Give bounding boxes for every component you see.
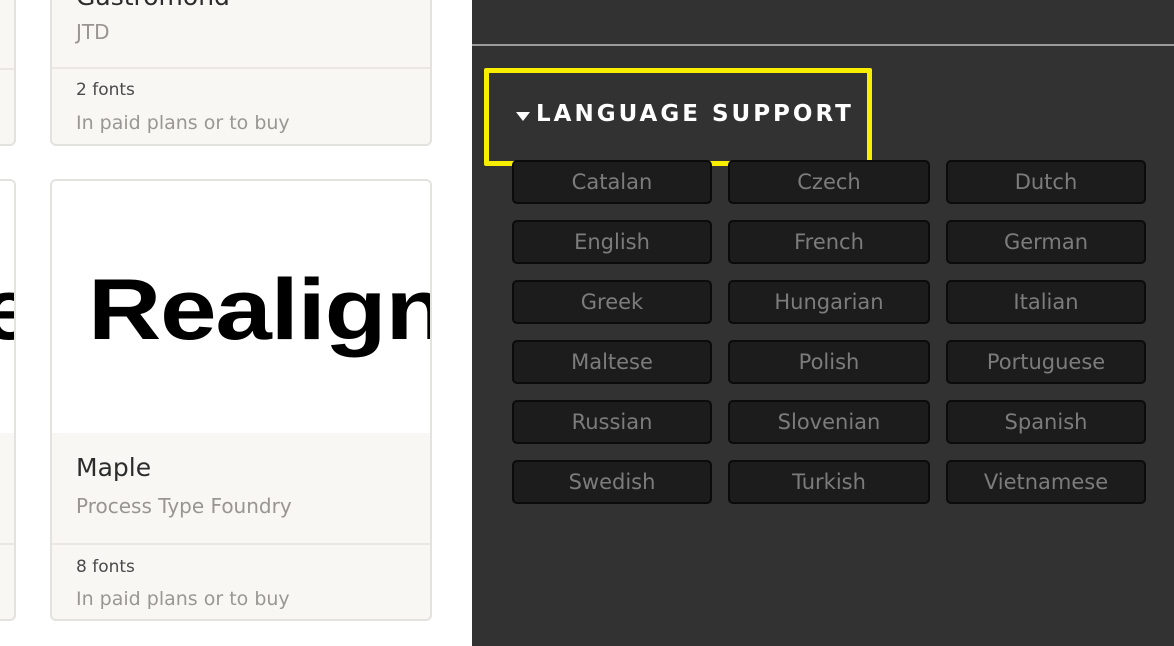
language-filter-italian[interactable]: Italian	[946, 280, 1146, 324]
language-filter-czech[interactable]: Czech	[728, 160, 930, 204]
language-support-section-toggle[interactable]: LANGUAGE SUPPORT	[484, 68, 872, 166]
language-filter-swedish[interactable]: Swedish	[512, 460, 712, 504]
language-filter-greek[interactable]: Greek	[512, 280, 712, 324]
availability-text: In paid plans or to buy	[76, 112, 290, 134]
font-card-partial-top[interactable]	[0, 0, 16, 146]
language-filter-slovenian[interactable]: Slovenian	[728, 400, 930, 444]
font-sample-preview: e	[0, 181, 14, 433]
caret-down-icon	[516, 112, 530, 121]
foundry-name[interactable]: JTD	[76, 20, 110, 44]
font-count: 2 fonts	[76, 80, 135, 100]
language-filter-russian[interactable]: Russian	[512, 400, 712, 444]
language-filter-french[interactable]: French	[728, 220, 930, 264]
language-filter-spanish[interactable]: Spanish	[946, 400, 1146, 444]
section-title: LANGUAGE SUPPORT	[536, 101, 854, 127]
section-divider	[472, 44, 1174, 46]
card-divider	[52, 543, 430, 545]
foundry-name[interactable]: Process Type Foundry	[76, 494, 292, 518]
card-divider	[52, 67, 430, 69]
language-filter-grid: Catalan Czech Dutch English French Germa…	[512, 160, 1146, 504]
font-card-gastromond[interactable]: Gastromond JTD 2 fonts In paid plans or …	[50, 0, 432, 146]
language-filter-polish[interactable]: Polish	[728, 340, 930, 384]
font-family-name[interactable]: Gastromond	[76, 0, 230, 11]
font-card-partial-bottom[interactable]: e	[0, 179, 16, 621]
language-filter-portuguese[interactable]: Portuguese	[946, 340, 1146, 384]
card-divider	[0, 543, 14, 545]
font-sample-preview[interactable]: Realign	[52, 181, 430, 433]
language-filter-turkish[interactable]: Turkish	[728, 460, 930, 504]
language-filter-german[interactable]: German	[946, 220, 1146, 264]
font-card-maple[interactable]: Realign Maple Process Type Foundry 8 fon…	[50, 179, 432, 621]
filter-panel: LANGUAGE SUPPORT Catalan Czech Dutch Eng…	[472, 0, 1174, 646]
language-filter-english[interactable]: English	[512, 220, 712, 264]
font-results-area: e Gastromond JTD 2 fonts In paid plans o…	[0, 0, 472, 646]
font-sample-text: Realign	[88, 262, 430, 358]
card-divider	[0, 68, 14, 70]
language-filter-maltese[interactable]: Maltese	[512, 340, 712, 384]
availability-text: In paid plans or to buy	[76, 588, 290, 610]
font-count: 8 fonts	[76, 557, 135, 577]
language-filter-vietnamese[interactable]: Vietnamese	[946, 460, 1146, 504]
font-family-name[interactable]: Maple	[76, 453, 151, 482]
language-filter-catalan[interactable]: Catalan	[512, 160, 712, 204]
font-sample-text: e	[0, 261, 14, 360]
language-filter-dutch[interactable]: Dutch	[946, 160, 1146, 204]
language-filter-hungarian[interactable]: Hungarian	[728, 280, 930, 324]
